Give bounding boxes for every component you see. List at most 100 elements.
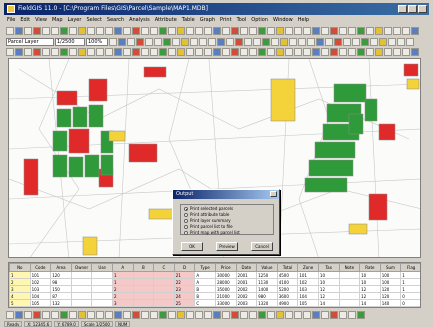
table-cell[interactable]: 1 bbox=[111, 278, 134, 286]
tool-icon[interactable] bbox=[348, 48, 356, 56]
table-cell[interactable]: 12 bbox=[317, 292, 340, 300]
tool-icon[interactable] bbox=[168, 311, 176, 319]
table-cell[interactable] bbox=[132, 271, 155, 279]
tool-icon[interactable] bbox=[69, 311, 77, 319]
tool-icon[interactable] bbox=[276, 27, 284, 35]
tool-icon[interactable] bbox=[195, 48, 203, 56]
parcel-red[interactable] bbox=[23, 158, 39, 196]
tool-icon[interactable] bbox=[267, 27, 275, 35]
tool-icon[interactable] bbox=[177, 311, 185, 319]
table-cell[interactable]: 5200 bbox=[276, 285, 299, 293]
column-header[interactable]: Date bbox=[235, 263, 258, 272]
tool-icon[interactable] bbox=[348, 311, 356, 319]
table-cell[interactable]: 10 bbox=[359, 271, 381, 279]
column-header[interactable]: Type bbox=[194, 263, 216, 272]
table-cell[interactable]: 21000 bbox=[214, 292, 237, 300]
tool-icon[interactable] bbox=[69, 27, 77, 35]
option-radio[interactable]: Print map with parcel list bbox=[184, 230, 240, 236]
tool-icon[interactable] bbox=[186, 48, 194, 56]
table-cell[interactable]: 1320 bbox=[256, 299, 278, 307]
table-cell[interactable] bbox=[70, 292, 93, 300]
tool-icon[interactable] bbox=[177, 48, 185, 56]
table-cell[interactable]: 0 bbox=[400, 299, 420, 307]
tool-icon[interactable] bbox=[325, 38, 333, 46]
menu-item[interactable]: Option bbox=[251, 16, 268, 25]
tool-icon[interactable] bbox=[24, 48, 32, 56]
tool-icon[interactable] bbox=[190, 38, 198, 46]
tool-icon[interactable] bbox=[6, 48, 14, 56]
parcel-yellow[interactable] bbox=[406, 78, 420, 90]
tool-icon[interactable] bbox=[213, 48, 221, 56]
tool-icon[interactable] bbox=[78, 311, 86, 319]
tool-icon[interactable] bbox=[397, 38, 405, 46]
tool-icon[interactable] bbox=[204, 48, 212, 56]
column-header[interactable]: Price bbox=[214, 263, 237, 272]
table-cell[interactable]: 2 bbox=[111, 292, 134, 300]
table-cell[interactable] bbox=[70, 285, 93, 293]
tool-icon[interactable] bbox=[330, 48, 338, 56]
parcel-red[interactable] bbox=[143, 66, 167, 78]
tool-icon[interactable] bbox=[294, 27, 302, 35]
table-cell[interactable]: 101 bbox=[297, 271, 319, 279]
table-cell[interactable]: C bbox=[194, 299, 216, 307]
table-cell[interactable]: 1130 bbox=[256, 278, 278, 286]
tool-icon[interactable] bbox=[132, 48, 140, 56]
parcel-red[interactable] bbox=[68, 128, 90, 154]
tool-icon[interactable] bbox=[33, 48, 41, 56]
tool-icon[interactable] bbox=[249, 48, 257, 56]
menu-item[interactable]: View bbox=[35, 16, 47, 25]
tool-icon[interactable] bbox=[217, 38, 225, 46]
table-cell[interactable] bbox=[70, 271, 93, 279]
tool-icon[interactable] bbox=[240, 27, 248, 35]
tool-icon[interactable] bbox=[289, 38, 297, 46]
table-cell[interactable] bbox=[153, 271, 175, 279]
tool-icon[interactable] bbox=[132, 311, 140, 319]
tool-icon[interactable] bbox=[231, 311, 239, 319]
tool-icon[interactable] bbox=[24, 27, 32, 35]
tool-icon[interactable] bbox=[141, 48, 149, 56]
menu-item[interactable]: Select bbox=[86, 16, 101, 25]
tool-icon[interactable] bbox=[114, 27, 122, 35]
parcel-yellow[interactable] bbox=[82, 236, 98, 256]
tool-icon[interactable] bbox=[402, 48, 410, 56]
table-cell[interactable]: B bbox=[194, 292, 216, 300]
table-cell[interactable]: 98 bbox=[50, 278, 72, 286]
table-cell[interactable] bbox=[338, 299, 361, 307]
tool-icon[interactable] bbox=[379, 38, 387, 46]
table-cell[interactable]: 2002 bbox=[235, 285, 258, 293]
table-cell[interactable]: 120 bbox=[50, 271, 72, 279]
column-header[interactable]: Sum bbox=[379, 263, 402, 272]
tool-icon[interactable] bbox=[240, 48, 248, 56]
table-cell[interactable] bbox=[132, 299, 155, 307]
column-header[interactable]: Rate bbox=[359, 263, 381, 272]
tool-icon[interactable] bbox=[316, 38, 324, 46]
parcel-red[interactable] bbox=[128, 143, 158, 163]
menu-item[interactable]: Map bbox=[52, 16, 63, 25]
tool-icon[interactable] bbox=[181, 38, 189, 46]
tool-icon[interactable] bbox=[150, 27, 158, 35]
column-header[interactable]: Code bbox=[29, 263, 52, 272]
menu-item[interactable]: Layer bbox=[68, 16, 82, 25]
column-header[interactable]: D bbox=[173, 263, 196, 272]
tool-icon[interactable] bbox=[231, 27, 239, 35]
table-cell[interactable]: 2001 bbox=[235, 278, 258, 286]
tool-icon[interactable] bbox=[303, 27, 311, 35]
table-cell[interactable] bbox=[70, 299, 93, 307]
tool-icon[interactable] bbox=[105, 27, 113, 35]
menu-item[interactable]: Analysis bbox=[129, 16, 150, 25]
maximize-button[interactable] bbox=[408, 5, 417, 13]
tool-icon[interactable] bbox=[96, 48, 104, 56]
tool-icon[interactable] bbox=[262, 38, 270, 46]
tool-icon[interactable] bbox=[267, 311, 275, 319]
tool-icon[interactable] bbox=[222, 311, 230, 319]
parcel-yellow[interactable] bbox=[270, 78, 296, 122]
tool-icon[interactable] bbox=[312, 311, 320, 319]
table-cell[interactable]: 1 bbox=[400, 278, 420, 286]
table-cell[interactable]: 10 bbox=[317, 271, 340, 279]
table-cell[interactable] bbox=[338, 292, 361, 300]
table-row[interactable]: 5 105 132 3 25 C 33000 2003 1320 4900 105 14 14 140 0 bbox=[9, 299, 420, 307]
tool-icon[interactable] bbox=[159, 48, 167, 56]
tool-icon[interactable] bbox=[312, 48, 320, 56]
table-cell[interactable]: 105 bbox=[29, 299, 52, 307]
tool-icon[interactable] bbox=[208, 38, 216, 46]
